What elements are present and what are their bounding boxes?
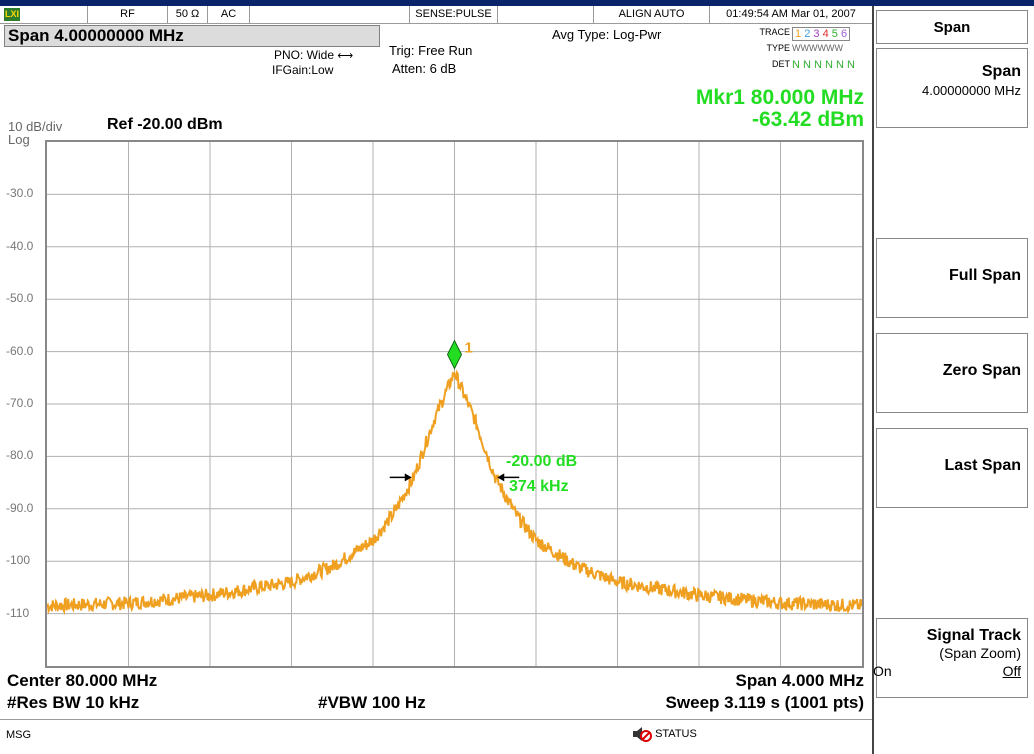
status-coupling[interactable]: AC: [208, 6, 250, 23]
trace-number-2[interactable]: 2: [804, 28, 813, 40]
type-row: TYPE WWWWWW: [740, 41, 868, 57]
y-tick-label: -80.0: [6, 448, 34, 463]
y-tick-label: -70.0: [6, 396, 34, 410]
pno-label: PNO: Wide: [274, 48, 335, 62]
res-bw[interactable]: #Res BW 10 kHz: [7, 693, 139, 713]
trace-number-1[interactable]: 1: [795, 28, 804, 40]
active-function-span[interactable]: Span 4.00000000 MHz: [4, 25, 380, 47]
type-label: TYPE: [766, 43, 790, 53]
marker-delta-bw: 374 kHz: [509, 478, 569, 495]
status-bar: LXI RF 50 Ω AC SENSE:PULSE ALIGN AUTO 01…: [0, 6, 872, 24]
softkey-full-span[interactable]: Full Span: [876, 238, 1028, 318]
y-tick-label: -90.0: [6, 500, 34, 515]
status-datetime: 01:49:54 AM Mar 01, 2007: [726, 8, 856, 20]
double-arrow-icon: ⟷: [337, 50, 354, 62]
y-tick-label: -50.0: [6, 291, 34, 306]
spectrum-plot: 1: [47, 142, 862, 666]
trig-setting: Trig: Free Run: [389, 43, 473, 58]
softkey-menu-title: Span: [876, 10, 1028, 44]
vbw[interactable]: #VBW 100 Hz: [318, 693, 426, 713]
pno-setting: PNO: Wide ⟷: [274, 48, 353, 62]
softkey-panel: Span Span 4.00000000 MHz Full Span Zero …: [872, 6, 1034, 754]
softkey-full-span-label: Full Span: [949, 267, 1021, 284]
det-label: DET: [772, 59, 790, 69]
softkey-zero-span-label: Zero Span: [942, 362, 1021, 379]
softkey-last-span-label: Last Span: [944, 457, 1021, 474]
type-values: WWWWWW: [792, 43, 843, 53]
softkey-last-span[interactable]: Last Span: [876, 428, 1028, 508]
status-impedance[interactable]: 50 Ω: [168, 6, 208, 23]
reference-level[interactable]: Ref -20.00 dBm: [107, 116, 223, 134]
softkey-signal-track[interactable]: Signal Track (Span Zoom) On Off: [873, 618, 1028, 698]
trace-row: TRACE 1 2 3 4 5 6: [740, 25, 868, 41]
marker-1-diamond: [446, 339, 463, 370]
status-align[interactable]: ALIGN AUTO: [594, 6, 710, 23]
lxi-logo-icon: LXI: [4, 8, 20, 21]
trace-label: TRACE: [759, 27, 790, 37]
trace-number-5[interactable]: 5: [832, 28, 841, 40]
signal-track-on[interactable]: On: [873, 663, 892, 679]
softkey-span-value: 4.00000000 MHz: [921, 83, 1021, 98]
status-area[interactable]: STATUS: [632, 726, 697, 742]
softkey-span-label: Span: [981, 63, 1021, 80]
avg-type-setting: Avg Type: Log-Pwr: [552, 27, 662, 42]
trace-number-6[interactable]: 6: [841, 28, 847, 40]
det-row: DET N N N N N N: [740, 57, 868, 73]
y-tick-label: -110: [6, 605, 30, 620]
status-spacer: [250, 6, 410, 23]
msg-label: MSG: [6, 729, 32, 741]
det-values: N N N N N N: [792, 59, 855, 71]
marker-frequency: Mkr1 80.000 MHz: [695, 86, 864, 109]
graticule[interactable]: 1: [45, 140, 864, 668]
scale-log-label: Log: [8, 132, 30, 147]
status-sense[interactable]: SENSE:PULSE: [410, 6, 498, 23]
speaker-muted-icon: [632, 726, 652, 742]
softkey-signal-track-label: Signal Track: [926, 627, 1021, 644]
trace-number-4[interactable]: 4: [823, 28, 832, 40]
y-tick-label: -30.0: [6, 186, 34, 201]
status-label: STATUS: [655, 728, 697, 740]
center-frequency[interactable]: Center 80.000 MHz: [7, 671, 157, 691]
sweep-time[interactable]: Sweep 3.119 s (1001 pts): [666, 693, 864, 713]
y-tick-label: -40.0: [6, 238, 34, 253]
y-tick-label: -60.0: [6, 343, 34, 358]
grid-lines: [47, 142, 862, 666]
marker-1-label: 1: [465, 340, 473, 357]
atten-setting: Atten: 6 dB: [392, 61, 457, 76]
trace-table[interactable]: TRACE 1 2 3 4 5 6 TYPE WWWWWW DET N N N …: [740, 25, 868, 73]
marker-delta-db: -20.00 dB: [506, 453, 578, 470]
status-spacer-2: [498, 6, 594, 23]
status-app-cell: LXI: [0, 6, 88, 23]
marker-amplitude: -63.42 dBm: [751, 108, 864, 131]
trace-numbers: 1 2 3 4 5 6: [792, 27, 851, 41]
message-bar: MSG STATUS: [0, 719, 872, 749]
signal-track-toggle[interactable]: On Off: [873, 663, 1021, 681]
softkey-signal-track-sub: (Span Zoom): [939, 645, 1021, 661]
status-rf[interactable]: RF: [88, 6, 168, 23]
ifgain-setting: IFGain:Low: [272, 63, 334, 77]
softkey-span[interactable]: Span 4.00000000 MHz: [876, 48, 1028, 128]
span-readout[interactable]: Span 4.000 MHz: [736, 671, 865, 691]
y-tick-label: -100: [6, 553, 31, 568]
softkey-zero-span[interactable]: Zero Span: [876, 333, 1028, 413]
trace-number-3[interactable]: 3: [813, 28, 822, 40]
signal-track-off[interactable]: Off: [1003, 663, 1021, 679]
